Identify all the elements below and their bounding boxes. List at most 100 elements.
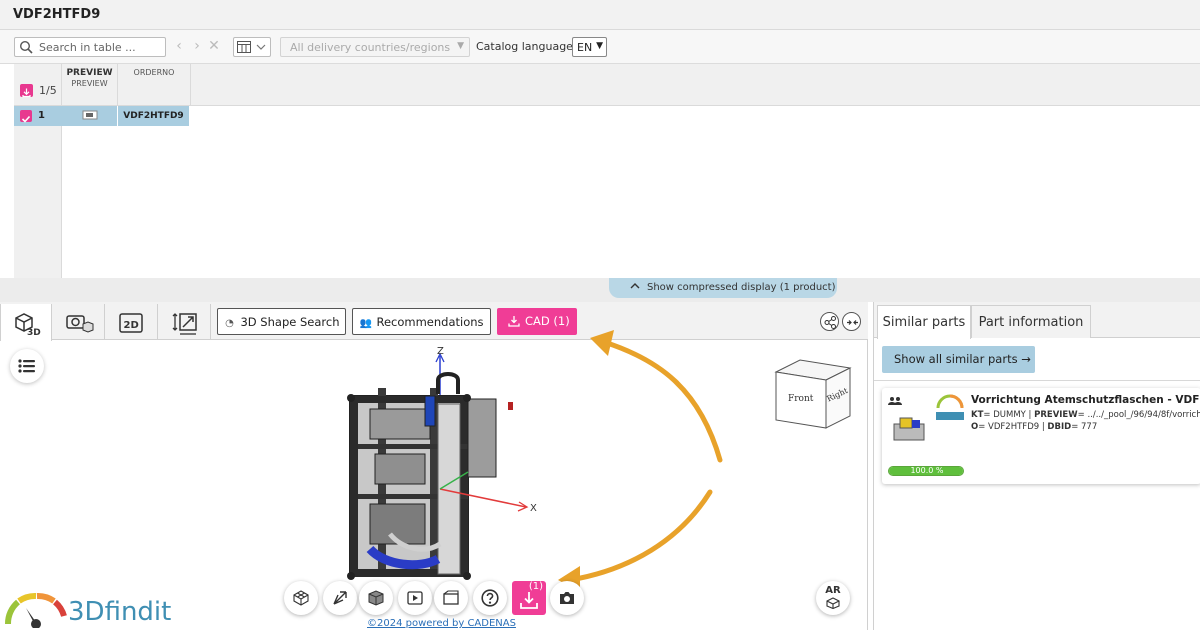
caret-down-icon: ▼ [457,41,464,51]
row-number: 1 [38,110,45,121]
download-icon [508,316,520,327]
chevron-down-icon [256,44,266,50]
section-icon [443,590,459,605]
attr-key: DBID [1047,422,1072,432]
users-icon: 👥 [359,318,372,329]
button-label: Recommendations [376,315,484,329]
search-input[interactable] [39,39,163,55]
chevron-up-icon [630,283,640,289]
similar-part-title[interactable]: Vorrichtung Atemschutzflaschen - VDF2HTF… [971,394,1200,406]
cube-front-label: Front [788,394,814,404]
button-label: 3D Shape Search [240,315,340,329]
country-select-label: All delivery countries/regions [290,41,451,54]
3dfindit-gauge-logo-icon [5,593,67,628]
share-button[interactable] [820,312,839,331]
2d-icon: 2D [119,313,143,333]
ar-label: AR [825,585,841,596]
tab-3d-label: 3D [27,328,41,336]
collapse-button[interactable] [842,312,861,331]
page-title: VDF2HTFD9 [0,0,1200,30]
table-cell-orderno[interactable]: VDF2HTFD9 [118,106,190,126]
match-progress: 100.0 % [888,466,964,476]
shading-button[interactable] [359,581,393,615]
tab-3d[interactable]: 3D [0,304,52,341]
similar-parts-panel: Similar parts Part information Show all … [873,302,1200,630]
table-select-header: 1/5 [14,64,62,106]
search-icon [19,40,33,54]
table-cell-preview[interactable] [62,106,118,126]
column-subtitle: PREVIEW [71,79,108,88]
attr-value: = ../../_pool_/96/94/8f/vorrichtung [1077,410,1200,420]
help-button[interactable] [473,581,507,615]
3dfindit-logo-text: 3Dfindit [68,597,172,627]
checkbox-checked-icon[interactable] [20,110,32,123]
animation-button[interactable] [398,581,432,615]
tab-part-information[interactable]: Part information [971,305,1091,338]
3dfindit-logo-icon [936,394,964,420]
render-mode-button[interactable] [284,581,318,615]
measure-icon [172,313,197,335]
row-count: 1/5 [39,84,57,97]
column-subtitle: ORDERNO [133,68,175,77]
part-thumbnail-icon [893,417,925,441]
solid-cube-icon [368,590,384,606]
attr-key: PREVIEW [1034,410,1078,420]
match-percentage: 100.0 % [910,466,944,475]
download-icon[interactable] [20,84,33,98]
chevron-right-icon[interactable]: › [190,38,204,56]
ar-button[interactable]: AR [816,581,850,615]
table-row-selector[interactable]: 1 [14,106,62,126]
cad-label: CAD (1) [525,314,570,328]
copyright-link[interactable]: ©2024 powered by CADENAS [367,618,516,629]
table-footer-band [0,278,1200,302]
users-icon [888,397,902,405]
download-count-badge: (1) [528,581,543,592]
tab-snapshot[interactable] [53,304,105,340]
axis-x-label: X [530,503,537,514]
column-select[interactable] [233,37,271,57]
attr-value: = VDF2HTFD9 | [978,422,1048,432]
camera-icon [560,592,574,604]
clear-icon[interactable]: ✕ [207,38,221,56]
tab-similar-parts[interactable]: Similar parts [877,305,971,339]
view-cube[interactable]: Front Right [770,356,860,436]
attr-key: KT [971,410,984,420]
column-header-preview[interactable]: PREVIEW PREVIEW [62,64,118,106]
camera-cube-icon [66,315,94,333]
attr-value: = 777 [1071,422,1098,432]
divider [874,380,1200,381]
column-header-orderno[interactable]: ORDERNO [118,64,191,106]
caret-down-icon: ▼ [596,41,603,51]
language-value: EN [577,41,593,54]
panel-tabs: Similar parts Part information [874,302,1200,339]
column-title: PREVIEW [66,68,113,78]
attr-value: = DUMMY | [983,410,1035,420]
similar-part-attributes: KT= DUMMY | PREVIEW= ../../_pool_/96/94/… [971,409,1200,433]
cube-3d-icon: 3D [15,313,41,336]
shape-search-icon: ◔ [225,318,234,329]
structure-list-button[interactable] [10,349,44,383]
share-icon [824,316,836,329]
recommendations-button[interactable]: 👥 Recommendations [352,308,491,335]
chevron-left-icon[interactable]: ‹ [172,38,186,56]
tab-2d[interactable]: 2D [106,304,158,340]
download-cad-button[interactable]: (1) [512,581,546,615]
search-box[interactable] [14,37,166,57]
language-select[interactable]: EN ▼ [572,37,607,57]
show-all-similar-button[interactable]: Show all similar parts → [882,346,1035,373]
ar-cube-icon [826,597,840,609]
show-compressed-label: Show compressed display (1 product) [647,282,836,293]
tab-measure[interactable] [159,304,211,340]
screenshot-button[interactable] [550,581,584,615]
wireframe-icon [293,590,309,606]
collapse-arrows-icon [847,320,858,325]
country-select[interactable]: All delivery countries/regions ▼ [280,37,470,57]
section-button[interactable] [434,581,468,615]
part-thumbnail-icon [82,110,97,120]
table-columns-icon [237,41,251,53]
explode-button[interactable] [323,581,357,615]
similar-part-card[interactable]: Vorrichtung Atemschutzflaschen - VDF2HTF… [882,388,1200,484]
show-compressed-toggle[interactable]: Show compressed display (1 product) [609,278,837,298]
3d-shape-search-button[interactable]: ◔ 3D Shape Search [217,308,346,335]
3d-model-view[interactable]: Z X [330,344,550,592]
